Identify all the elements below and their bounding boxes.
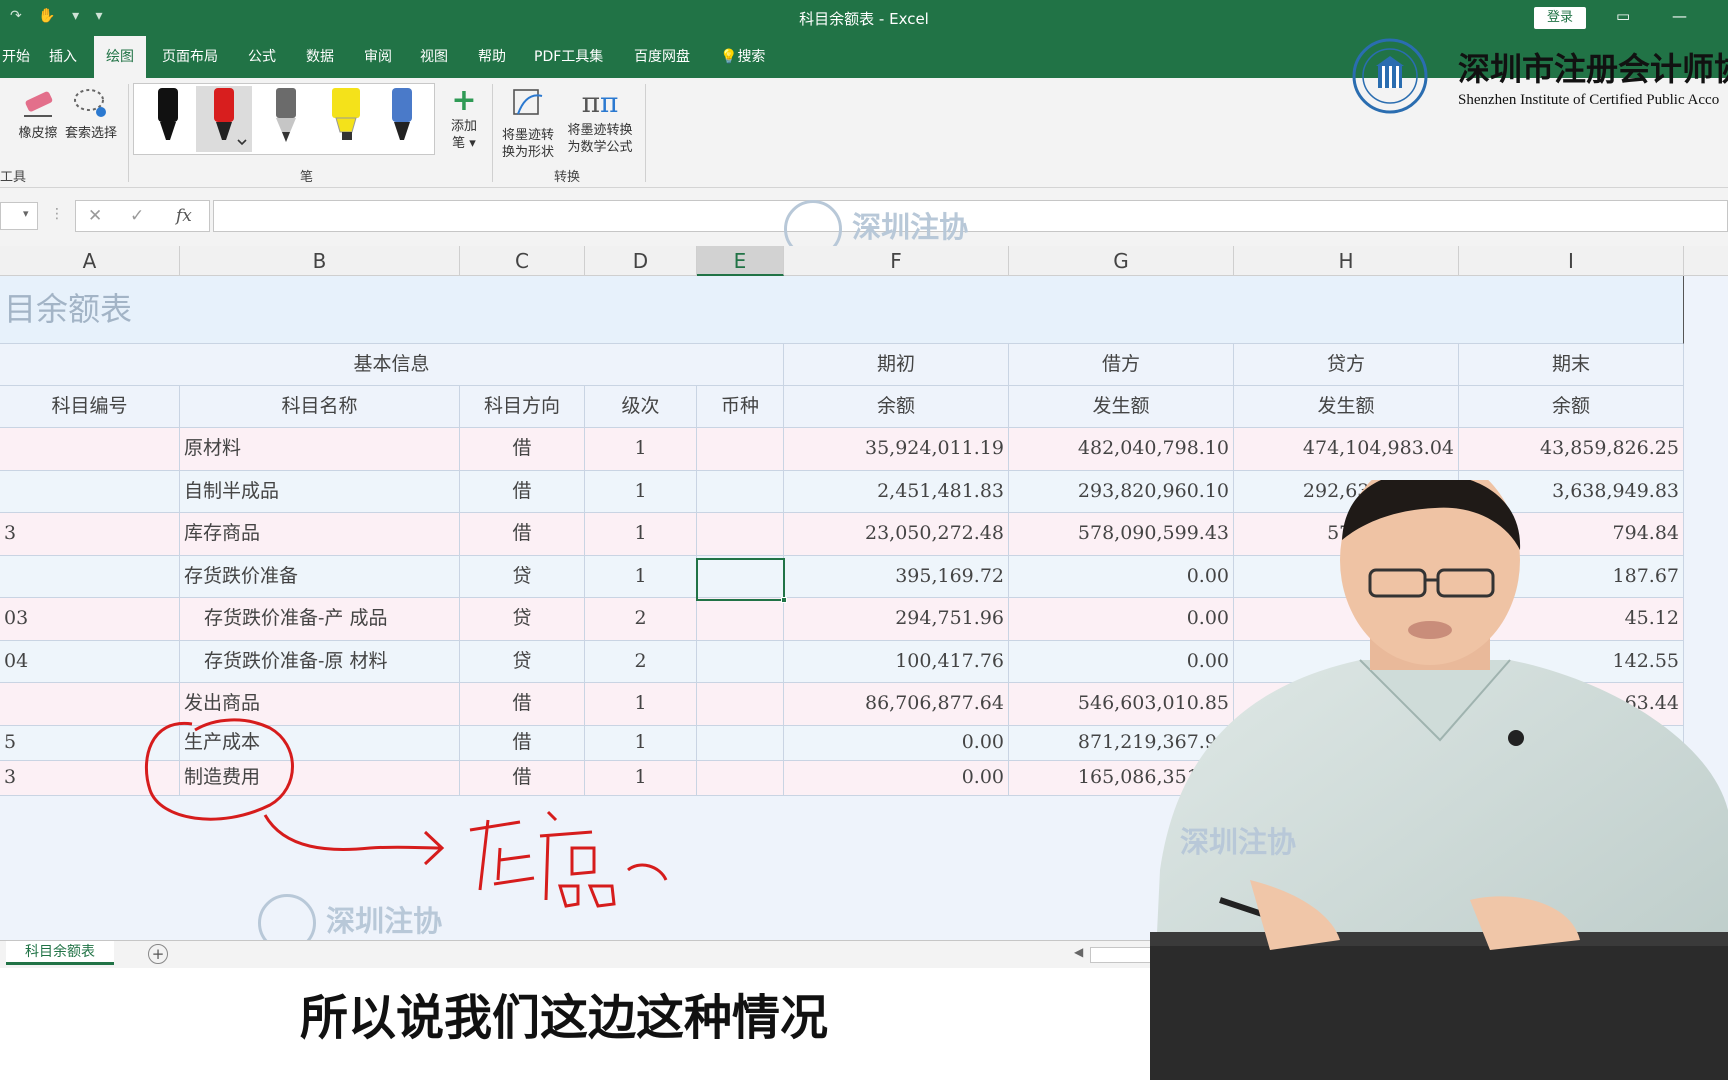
svg-text:深圳注协: 深圳注协 xyxy=(1180,825,1296,859)
presenter-video: 深圳注协 xyxy=(1150,480,1728,1080)
add-sheet-icon[interactable]: + xyxy=(148,944,168,964)
ink-handwriting xyxy=(469,810,668,908)
ink-circle xyxy=(145,718,294,821)
scroll-left-icon[interactable]: ◀ xyxy=(1074,945,1083,959)
sheet-tab-account-balance[interactable]: 科目余额表 xyxy=(6,941,114,965)
ink-arrow xyxy=(263,814,441,851)
video-subtitle: 所以说我们这边这种情况 xyxy=(300,990,829,1046)
watermark: 深圳注协 xyxy=(1180,825,1296,859)
